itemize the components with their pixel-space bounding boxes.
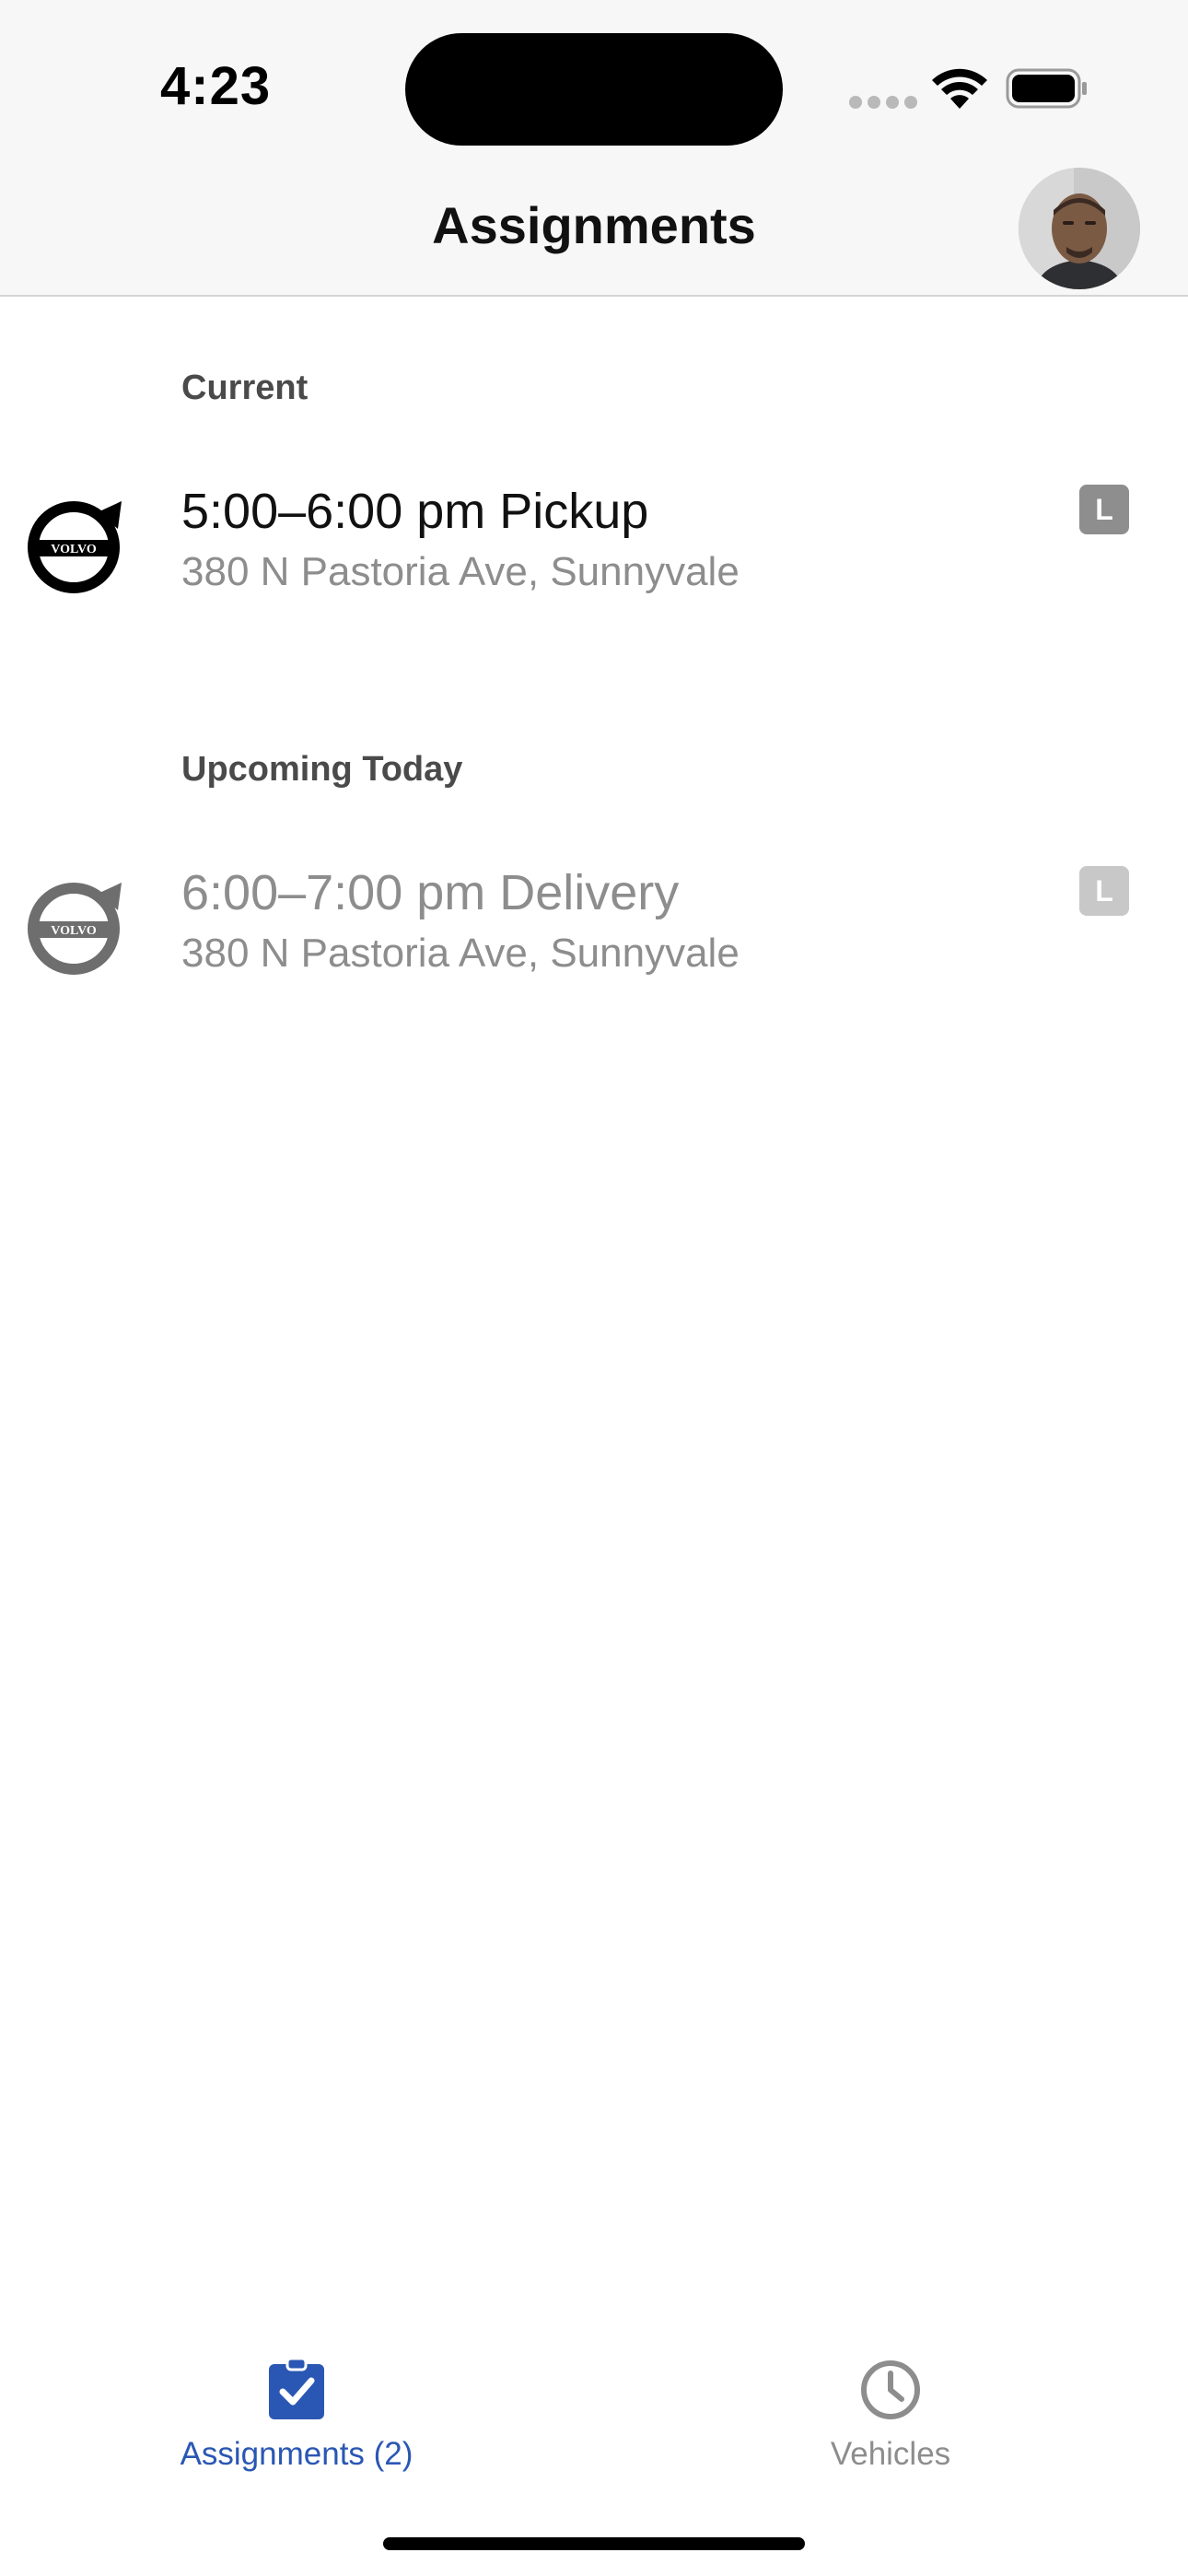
assignment-row[interactable]: VOLVO 5:00–6:00 pm Pickup 380 N Pastoria… [0,483,1188,639]
wifi-icon [932,68,987,109]
section-header-upcoming: Upcoming Today [181,750,463,789]
assignment-address: 380 N Pastoria Ave, Sunnyvale [181,549,740,594]
assignment-badge: L [1079,485,1129,534]
page-title: Assignments [432,196,756,254]
dynamic-island [405,33,783,146]
svg-text:VOLVO: VOLVO [51,543,97,556]
assignments-screen: 4:23 Assignments Current VOLVO 5:00–6:00… [0,0,1188,2576]
avatar-photo [1019,168,1140,289]
navigation-header: 4:23 Assignments [0,0,1188,297]
profile-avatar[interactable] [1019,168,1140,289]
volvo-logo-icon: VOLVO [28,501,122,593]
home-indicator[interactable] [383,2537,805,2550]
clock-icon [861,2360,920,2419]
assignment-title: 5:00–6:00 pm Pickup [181,484,649,539]
section-header-current: Current [181,369,309,407]
battery-icon [1006,68,1087,109]
status-time: 4:23 [160,56,272,116]
svg-text:VOLVO: VOLVO [51,924,97,938]
assignment-address: 380 N Pastoria Ave, Sunnyvale [181,931,740,976]
assignment-row[interactable]: VOLVO 6:00–7:00 pm Delivery 380 N Pastor… [0,864,1188,1021]
assignment-badge: L [1079,866,1129,916]
volvo-logo-icon: VOLVO [28,883,122,975]
tab-label-vehicles: Vehicles [830,2436,951,2472]
tab-assignments[interactable]: Assignments (2) [112,2322,481,2488]
assignment-title: 6:00–7:00 pm Delivery [181,865,680,920]
tab-label-assignments: Assignments (2) [180,2436,413,2472]
tab-vehicles[interactable]: Vehicles [706,2322,1075,2488]
clipboard-check-icon [269,2357,324,2419]
